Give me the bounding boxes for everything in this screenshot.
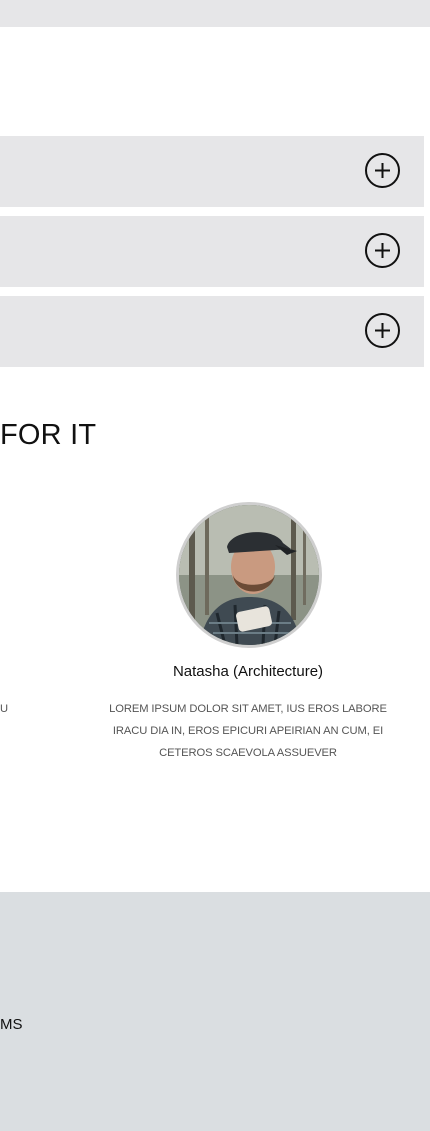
member-description: LOREM IPSUM DOLOR SIT AMET, IUS EROS LAB… (109, 703, 387, 759)
footer (0, 892, 430, 1131)
accordion-item-2[interactable] (0, 216, 424, 287)
member-name: Natasha (Architecture) (172, 663, 324, 680)
accordion-item-1[interactable] (0, 136, 424, 207)
person-photo (179, 505, 319, 645)
member-avatar (176, 502, 322, 648)
section-title: FOR IT (0, 419, 97, 451)
top-strip (0, 0, 430, 27)
plus-circle-icon[interactable] (365, 313, 400, 348)
plus-circle-icon[interactable] (365, 153, 400, 188)
accordion-item-3[interactable] (0, 296, 424, 367)
previous-member-description: U (0, 703, 9, 715)
footer-text: MS (0, 1016, 23, 1033)
plus-circle-icon[interactable] (365, 233, 400, 268)
